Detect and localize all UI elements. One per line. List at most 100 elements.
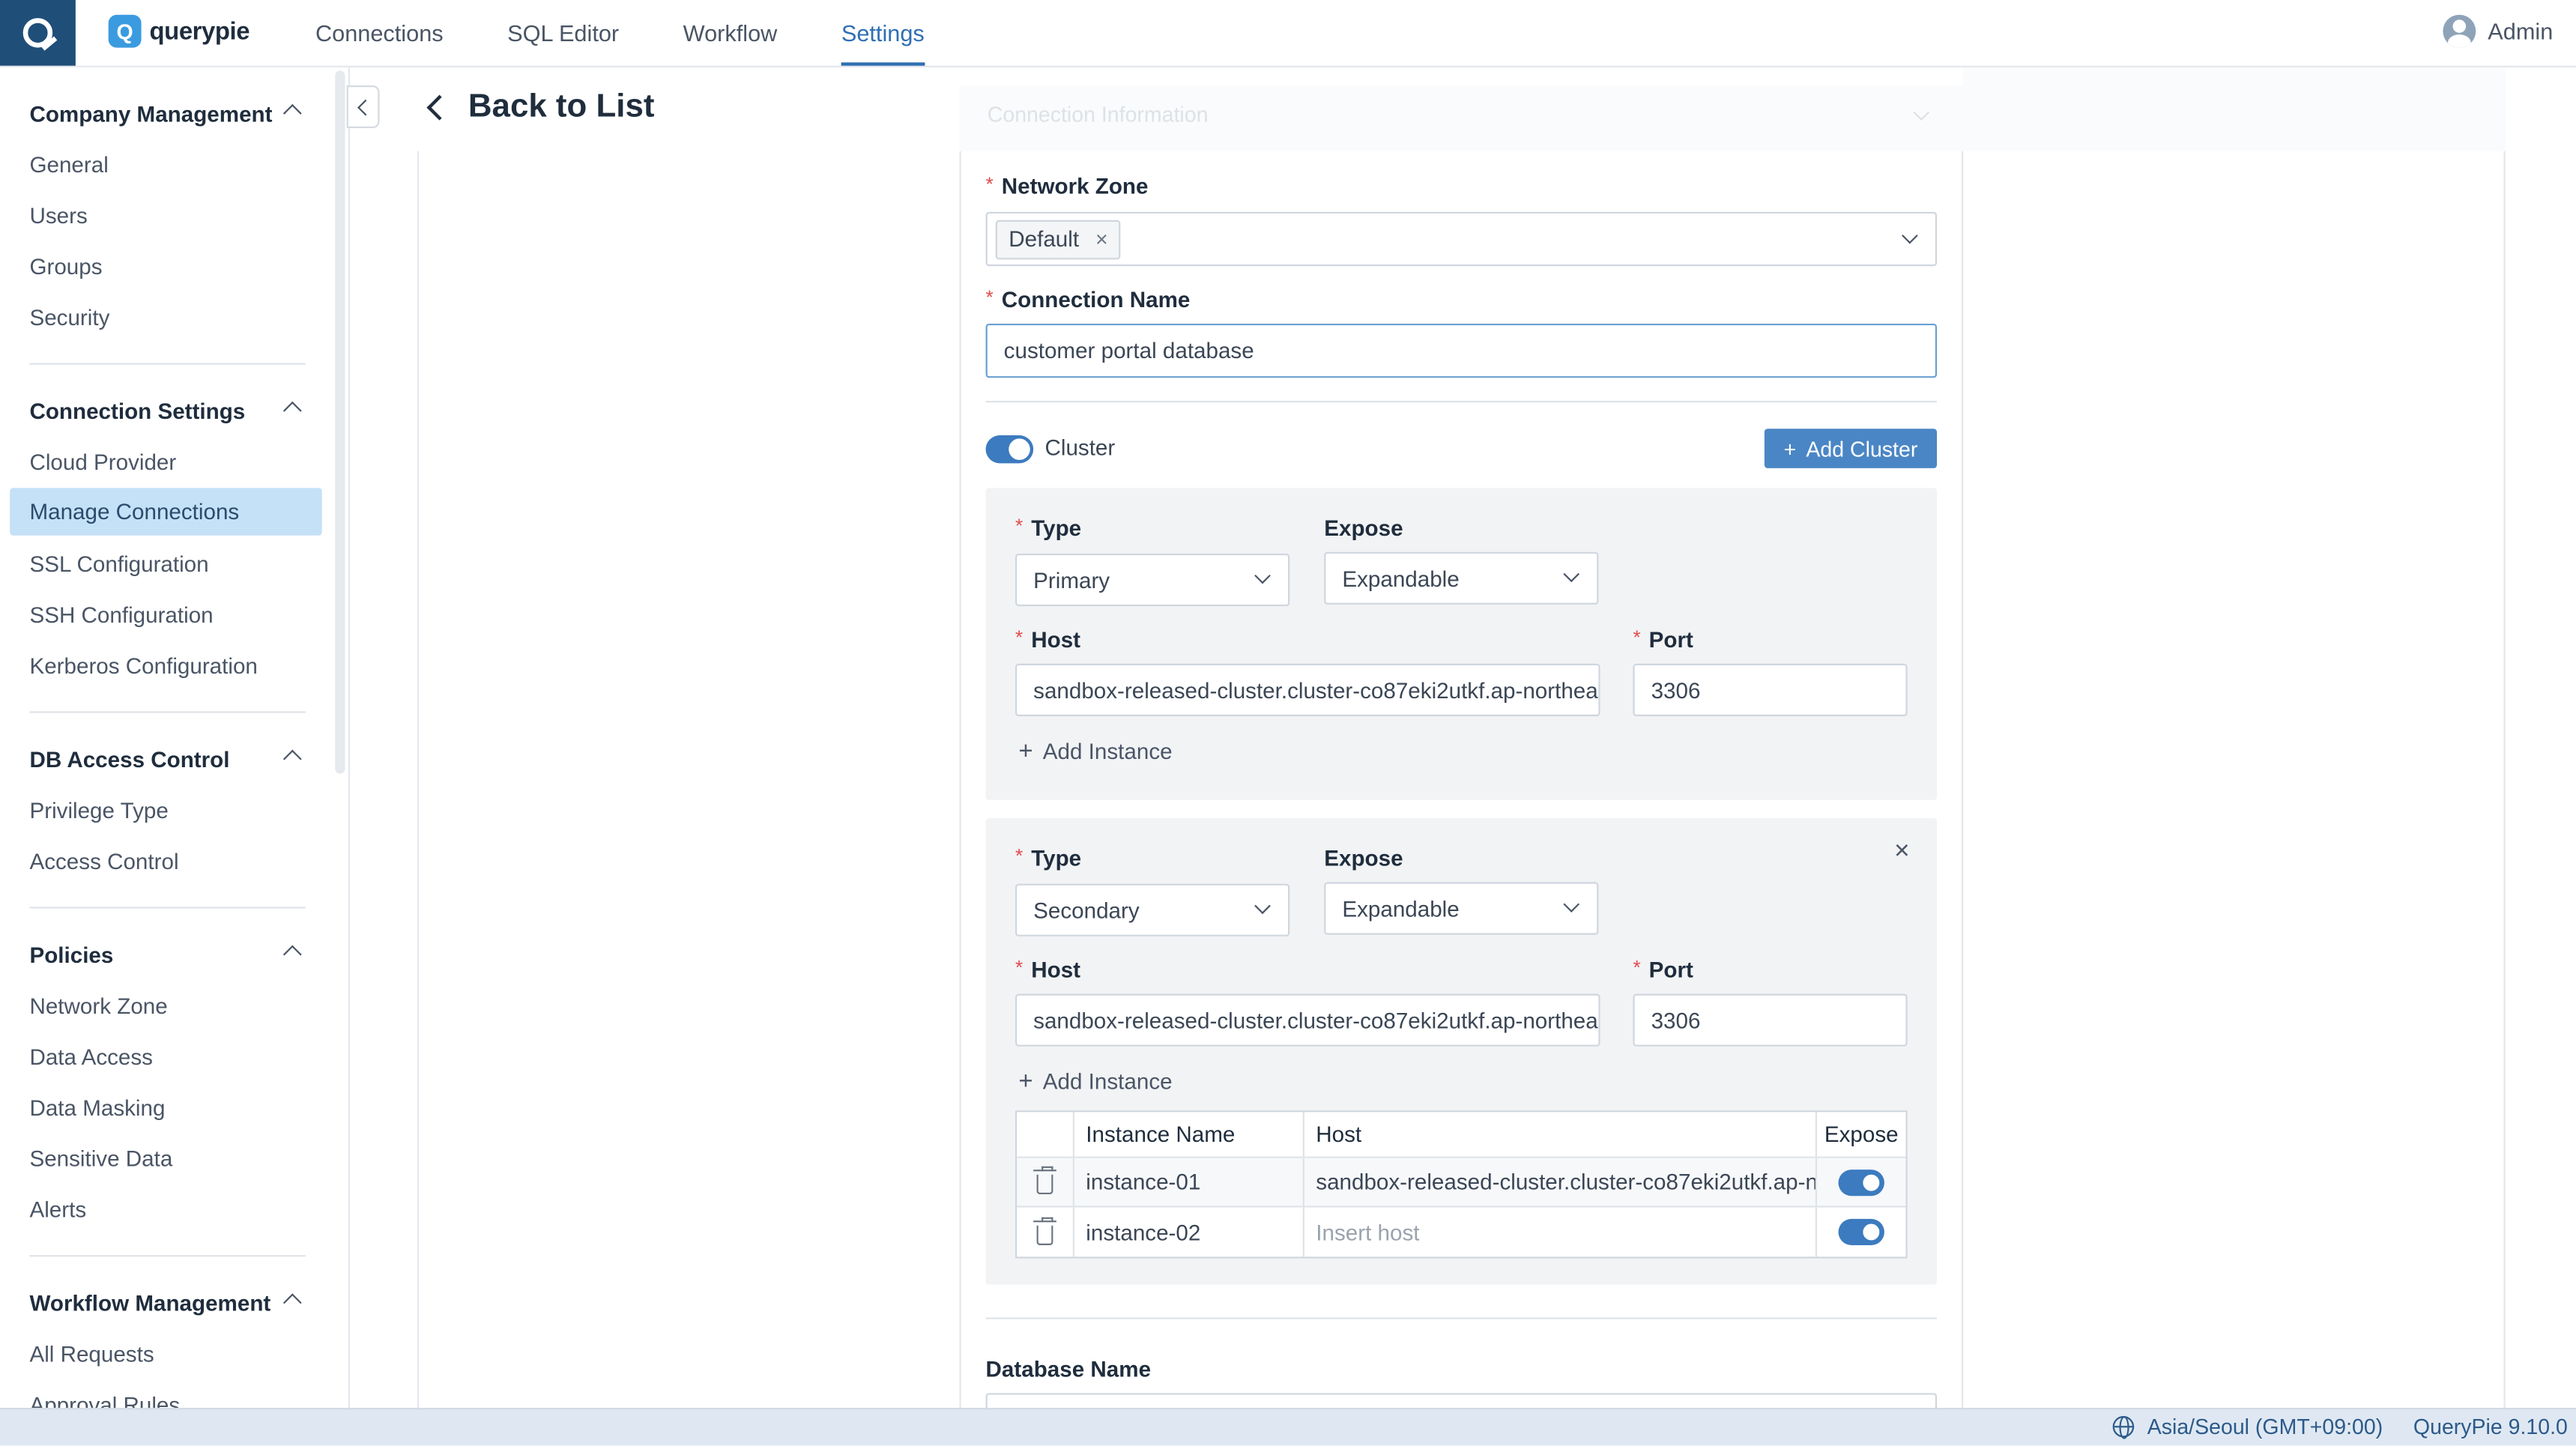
chevron-up-icon	[282, 1293, 302, 1313]
toggle-knob	[1010, 440, 1029, 459]
chevron-up-icon	[282, 401, 302, 420]
content-border-right	[2503, 151, 2506, 1409]
sidebar-item-manage-connections[interactable]: Manage Connections	[10, 488, 322, 536]
remove-tag-icon[interactable]: ×	[1095, 227, 1108, 252]
sidebar-item-alerts[interactable]: Alerts	[29, 1197, 86, 1222]
expose-select[interactable]: Expandable	[1324, 551, 1599, 605]
tag-label: Default	[1009, 226, 1080, 252]
sidebar-item-security[interactable]: Security	[29, 306, 109, 330]
user-menu[interactable]: Admin	[2443, 14, 2553, 48]
sidebar-item-all-requests[interactable]: All Requests	[29, 1342, 154, 1367]
section-db-access-control[interactable]: DB Access Control	[29, 748, 305, 772]
app-logo-icon[interactable]	[0, 0, 76, 66]
divider	[985, 1317, 1938, 1319]
port-input[interactable]: 3306	[1633, 993, 1908, 1047]
host-placeholder: Insert host	[1316, 1220, 1420, 1244]
input-value: sandbox-released-cluster.cluster-co87eki…	[1033, 677, 1600, 703]
add-cluster-button[interactable]: + Add Cluster	[1764, 429, 1938, 468]
nav-settings[interactable]: Settings	[841, 0, 925, 66]
table-header-row: Instance Name Host Expose	[1017, 1112, 1906, 1158]
required-mark: *	[985, 172, 994, 196]
trash-icon	[1033, 1166, 1056, 1195]
required-mark: *	[1015, 514, 1024, 537]
sidebar-item-ssh-configuration[interactable]: SSH Configuration	[29, 603, 213, 628]
network-zone-select[interactable]: Default ×	[985, 211, 1938, 267]
expose-toggle[interactable]	[1838, 1169, 1884, 1196]
divider	[29, 711, 306, 713]
cluster-toggle[interactable]	[985, 435, 1034, 464]
sidebar-item-sensitive-data[interactable]: Sensitive Data	[29, 1146, 172, 1171]
section-title: DB Access Control	[29, 747, 230, 772]
instance-expose-cell	[1817, 1158, 1905, 1206]
instance-host-cell[interactable]: sandbox-released-cluster.cluster-co87eki…	[1304, 1158, 1818, 1206]
select-value: Expandable	[1342, 896, 1460, 921]
host-input[interactable]: sandbox-released-cluster.cluster-co87eki…	[1015, 663, 1600, 716]
sidebar-item-approval-rules[interactable]: Approval Rules	[29, 1393, 180, 1408]
column-header-instance-name: Instance Name	[1074, 1112, 1304, 1157]
sidebar-item-users[interactable]: Users	[29, 204, 87, 229]
section-title: Connection Settings	[29, 399, 246, 424]
timezone-indicator[interactable]: Asia/Seoul (GMT+09:00)	[2112, 1415, 2383, 1439]
delete-row-button[interactable]	[1017, 1158, 1074, 1206]
sidebar-item-access-control[interactable]: Access Control	[29, 850, 178, 874]
sidebar-scrollbar[interactable]	[335, 70, 345, 774]
add-instance-button[interactable]: + Add Instance	[1018, 1068, 1172, 1095]
delete-row-button[interactable]	[1017, 1207, 1074, 1257]
host-label: * Host	[1015, 956, 1080, 982]
section-title-connection-information: Connection Information	[987, 101, 1209, 127]
sidebar-item-ssl-configuration[interactable]: SSL Configuration	[29, 552, 208, 577]
input-value: 3306	[1651, 677, 1701, 703]
network-zone-tag: Default ×	[995, 219, 1122, 259]
sidebar-item-kerberos-configuration[interactable]: Kerberos Configuration	[29, 654, 257, 679]
nav-sql-editor[interactable]: SQL Editor	[507, 0, 619, 66]
sidebar-item-groups[interactable]: Groups	[29, 255, 102, 279]
close-icon[interactable]: ×	[1894, 838, 1909, 867]
instance-host-cell[interactable]: Insert host	[1304, 1207, 1818, 1257]
port-label: * Port	[1633, 956, 1693, 983]
main-nav: Connections SQL Editor Workflow Settings	[315, 0, 988, 66]
sidebar-item-privilege-type[interactable]: Privilege Type	[29, 799, 168, 823]
section-title: Company Management	[29, 101, 273, 127]
nav-connections[interactable]: Connections	[315, 0, 444, 66]
section-company-management[interactable]: Company Management	[29, 102, 305, 127]
chevron-down-icon	[1902, 226, 1918, 243]
globe-icon	[2112, 1416, 2135, 1439]
chevron-down-icon	[1563, 566, 1580, 583]
expose-select[interactable]: Expandable	[1324, 882, 1599, 935]
add-instance-button[interactable]: + Add Instance	[1018, 737, 1172, 765]
type-select[interactable]: Secondary	[1015, 883, 1290, 937]
sidebar-item-general[interactable]: General	[29, 153, 108, 178]
section-connection-settings[interactable]: Connection Settings	[29, 399, 305, 424]
divider	[29, 907, 306, 909]
button-label: Add Instance	[1042, 1069, 1173, 1095]
nav-workflow[interactable]: Workflow	[683, 0, 778, 66]
sidebar-item-network-zone[interactable]: Network Zone	[29, 994, 167, 1019]
sidebar-item-cloud-provider[interactable]: Cloud Provider	[29, 450, 176, 475]
instances-table: Instance Name Host Expose instance-01 sa…	[1015, 1110, 1908, 1259]
brand[interactable]: Q querypie	[108, 14, 250, 48]
column-header-expose: Expose	[1824, 1122, 1899, 1147]
expose-toggle[interactable]	[1838, 1218, 1884, 1245]
section-workflow-management[interactable]: Workflow Management	[29, 1291, 305, 1316]
label-text: Connection Name	[1001, 287, 1191, 312]
sidebar-item-data-masking[interactable]: Data Masking	[29, 1095, 165, 1120]
avatar	[2443, 14, 2476, 48]
expose-label: Expose	[1324, 846, 1403, 871]
host-input[interactable]: sandbox-released-cluster.cluster-co87eki…	[1015, 993, 1600, 1047]
label-text: Port	[1648, 958, 1693, 983]
section-policies[interactable]: Policies	[29, 943, 305, 967]
connection-name-label: * Connection Name	[986, 286, 1191, 312]
sidebar-item-data-access[interactable]: Data Access	[29, 1044, 153, 1069]
connection-name-input[interactable]: customer portal database	[985, 323, 1938, 378]
instance-name-cell[interactable]: instance-01	[1074, 1158, 1304, 1206]
instance-name-cell[interactable]: instance-02	[1074, 1207, 1304, 1257]
app-window: Q querypie Connections SQL Editor Workfl…	[0, 0, 2576, 1446]
chevron-down-icon	[1254, 567, 1271, 584]
table-header-cell	[1017, 1112, 1074, 1157]
port-input[interactable]: 3306	[1633, 663, 1908, 716]
required-mark: *	[1015, 626, 1024, 650]
type-select[interactable]: Primary	[1015, 553, 1290, 607]
collapse-sidebar-button[interactable]	[346, 85, 380, 129]
back-to-list-button[interactable]: Back to List	[424, 88, 654, 126]
required-mark: *	[1633, 626, 1641, 650]
